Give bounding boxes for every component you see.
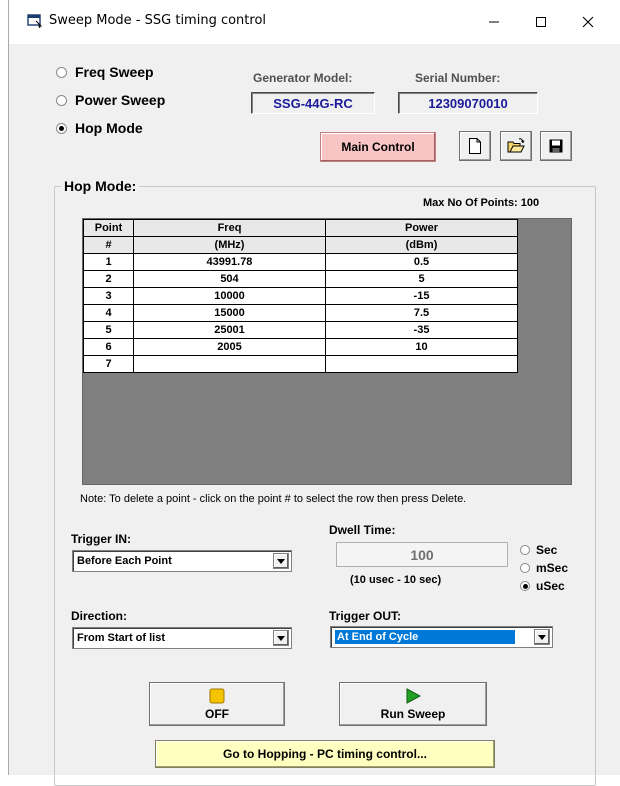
radio-freq-sweep[interactable]: Freq Sweep bbox=[56, 64, 154, 80]
run-sweep-label: Run Sweep bbox=[380, 706, 446, 721]
off-icon bbox=[209, 688, 225, 707]
unit-usec-label: uSec bbox=[536, 579, 565, 593]
radio-dot bbox=[520, 545, 530, 555]
title-bar[interactable]: Sweep Mode - SSG timing control bbox=[9, 0, 620, 44]
table-row[interactable]: 1 43991.78 0.5 bbox=[83, 253, 518, 271]
freq-cell[interactable]: 10000 bbox=[133, 287, 326, 305]
power-cell[interactable]: 5 bbox=[325, 270, 518, 288]
radio-hop-mode-label: Hop Mode bbox=[75, 120, 143, 136]
table-row[interactable]: 4 15000 7.5 bbox=[83, 304, 518, 322]
table-row[interactable]: 5 25001 -35 bbox=[83, 321, 518, 339]
goto-pc-timing-button[interactable]: Go to Hopping - PC timing control... bbox=[155, 740, 495, 768]
table-row[interactable]: 6 2005 10 bbox=[83, 338, 518, 356]
point-cell[interactable]: 5 bbox=[83, 321, 134, 339]
dwell-time-input[interactable]: 100 bbox=[336, 542, 508, 567]
column-header-point: Point bbox=[83, 219, 134, 237]
power-cell[interactable]: 7.5 bbox=[325, 304, 518, 322]
dwell-range-label: (10 usec - 10 sec) bbox=[350, 574, 442, 586]
chevron-down-icon bbox=[273, 553, 289, 569]
power-cell[interactable] bbox=[325, 355, 518, 373]
new-document-icon bbox=[469, 138, 481, 154]
radio-power-sweep[interactable]: Power Sweep bbox=[56, 92, 165, 108]
table-row[interactable]: 3 10000 -15 bbox=[83, 287, 518, 305]
direction-label: Direction: bbox=[71, 609, 128, 623]
trigger-in-value: Before Each Point bbox=[77, 555, 172, 567]
freq-cell[interactable]: 2005 bbox=[133, 338, 326, 356]
maximize-button[interactable] bbox=[518, 0, 564, 44]
generator-model-label: Generator Model: bbox=[253, 71, 353, 85]
point-cell[interactable]: 6 bbox=[83, 338, 134, 356]
power-cell[interactable]: 0.5 bbox=[325, 253, 518, 271]
delete-point-note: Note: To delete a point - click on the p… bbox=[80, 493, 467, 505]
column-subheader-point: # bbox=[83, 236, 134, 254]
freq-cell[interactable]: 43991.78 bbox=[133, 253, 326, 271]
radio-dot bbox=[520, 563, 530, 573]
dwell-time-label: Dwell Time: bbox=[329, 523, 396, 537]
sweep-mode-window: Sweep Mode - SSG timing control Freq Swe… bbox=[8, 0, 620, 786]
direction-value: From Start of list bbox=[77, 632, 166, 644]
close-button[interactable] bbox=[565, 0, 611, 44]
power-cell[interactable]: -35 bbox=[325, 321, 518, 339]
point-cell[interactable]: 4 bbox=[83, 304, 134, 322]
power-cell[interactable]: 10 bbox=[325, 338, 518, 356]
point-cell[interactable]: 3 bbox=[83, 287, 134, 305]
play-icon bbox=[405, 687, 422, 707]
trigger-in-select[interactable]: Before Each Point bbox=[72, 550, 292, 572]
off-button[interactable]: OFF bbox=[149, 682, 285, 726]
unit-msec-label: mSec bbox=[536, 561, 569, 575]
trigger-out-select[interactable]: At End of Cycle bbox=[330, 626, 553, 648]
freq-cell[interactable] bbox=[133, 355, 326, 373]
hop-points-table: Point Freq Power # (MHz) (dBm) 1 43991.7… bbox=[83, 219, 518, 373]
hop-points-grid[interactable]: Point Freq Power # (MHz) (dBm) 1 43991.7… bbox=[82, 218, 572, 485]
save-disk-icon bbox=[549, 139, 563, 153]
column-header-power: Power bbox=[325, 219, 518, 237]
trigger-out-value: At End of Cycle bbox=[334, 629, 516, 645]
hop-mode-group-title: Hop Mode: bbox=[61, 178, 140, 194]
radio-hop-mode[interactable]: Hop Mode bbox=[56, 120, 143, 136]
column-subheader-freq: (MHz) bbox=[133, 236, 326, 254]
open-folder-icon bbox=[507, 138, 525, 153]
chevron-down-icon bbox=[273, 630, 289, 646]
run-sweep-button[interactable]: Run Sweep bbox=[339, 682, 487, 726]
serial-number-label: Serial Number: bbox=[415, 71, 501, 85]
open-file-button[interactable] bbox=[500, 131, 532, 161]
power-cell[interactable]: -15 bbox=[325, 287, 518, 305]
new-file-button[interactable] bbox=[459, 131, 491, 161]
chevron-down-icon bbox=[534, 629, 550, 645]
column-subheader-power: (dBm) bbox=[325, 236, 518, 254]
radio-dot-selected bbox=[56, 122, 67, 134]
radio-unit-sec[interactable]: Sec bbox=[520, 543, 557, 557]
serial-number-value: 12309070010 bbox=[398, 92, 538, 114]
radio-dot bbox=[56, 94, 67, 106]
main-control-button[interactable]: Main Control bbox=[320, 132, 436, 162]
unit-sec-label: Sec bbox=[536, 543, 558, 557]
minimize-button[interactable] bbox=[471, 0, 517, 44]
radio-power-sweep-label: Power Sweep bbox=[75, 92, 166, 108]
radio-unit-msec[interactable]: mSec bbox=[520, 561, 568, 575]
point-cell[interactable]: 2 bbox=[83, 270, 134, 288]
radio-freq-sweep-label: Freq Sweep bbox=[75, 64, 154, 80]
generator-model-value: SSG-44G-RC bbox=[251, 92, 375, 114]
table-row[interactable]: 2 504 5 bbox=[83, 270, 518, 288]
direction-select[interactable]: From Start of list bbox=[72, 627, 292, 649]
freq-cell[interactable]: 15000 bbox=[133, 304, 326, 322]
max-points-label: Max No Of Points: 100 bbox=[423, 197, 540, 209]
window-title: Sweep Mode - SSG timing control bbox=[49, 13, 267, 28]
table-row[interactable]: 7 bbox=[83, 355, 518, 373]
save-file-button[interactable] bbox=[540, 131, 572, 161]
freq-cell[interactable]: 25001 bbox=[133, 321, 326, 339]
trigger-out-label: Trigger OUT: bbox=[329, 609, 402, 623]
close-icon bbox=[582, 16, 594, 28]
trigger-in-label: Trigger IN: bbox=[71, 532, 132, 546]
column-header-freq: Freq bbox=[133, 219, 326, 237]
app-window-icon bbox=[27, 14, 43, 29]
radio-dot-selected bbox=[520, 581, 530, 591]
point-cell[interactable]: 1 bbox=[83, 253, 134, 271]
point-cell[interactable]: 7 bbox=[83, 355, 134, 373]
freq-cell[interactable]: 504 bbox=[133, 270, 326, 288]
radio-unit-usec[interactable]: uSec bbox=[520, 579, 565, 593]
radio-dot bbox=[56, 66, 67, 78]
off-button-label: OFF bbox=[205, 706, 229, 721]
